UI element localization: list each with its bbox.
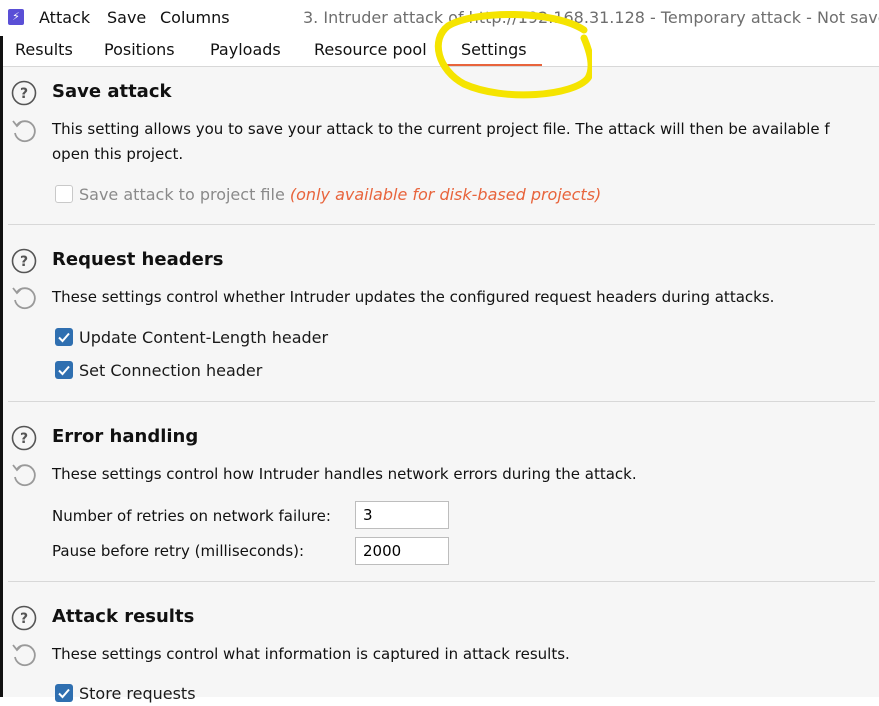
tab-positions[interactable]: Positions: [104, 40, 175, 59]
burp-app-icon: ⚡: [8, 9, 24, 25]
tab-settings[interactable]: Settings: [461, 40, 527, 59]
help-icon[interactable]: ?: [11, 605, 37, 631]
section-title-attack-results: Attack results: [52, 606, 195, 627]
section-divider: [8, 401, 875, 402]
svg-text:?: ?: [20, 611, 28, 627]
menu-save[interactable]: Save: [107, 8, 146, 27]
section-title-error-handling: Error handling: [52, 426, 199, 447]
reset-defaults-icon[interactable]: [9, 116, 39, 146]
svg-text:?: ?: [20, 431, 28, 447]
menu-bar: ⚡ Attack Save Columns 3. Intruder attack…: [0, 0, 879, 36]
reset-defaults-icon[interactable]: [9, 640, 39, 670]
update-content-length-checkbox[interactable]: [55, 328, 73, 346]
pause-input[interactable]: [355, 537, 449, 565]
section-divider: [8, 224, 875, 225]
menu-columns[interactable]: Columns: [160, 8, 230, 27]
retries-label: Number of retries on network failure:: [52, 507, 331, 525]
checkmark-icon: [58, 332, 70, 343]
store-requests-checkbox[interactable]: [55, 684, 73, 702]
window-title: 3. Intruder attack of http://192.168.31.…: [303, 8, 879, 27]
set-connection-header-row[interactable]: Set Connection header: [55, 361, 262, 380]
store-requests-row[interactable]: Store requests: [55, 684, 196, 703]
disk-based-note: (only available for disk-based projects): [289, 185, 602, 204]
update-content-length-label: Update Content-Length header: [79, 328, 329, 347]
active-tab-indicator: [446, 64, 542, 66]
help-icon[interactable]: ?: [11, 425, 37, 451]
set-connection-header-checkbox[interactable]: [55, 361, 73, 379]
section-desc-save-attack-line1: This setting allows you to save your att…: [52, 120, 830, 138]
save-attack-checkbox-label: Save attack to project file: [79, 185, 285, 204]
set-connection-header-label: Set Connection header: [79, 361, 263, 380]
save-attack-checkbox[interactable]: [55, 185, 73, 203]
help-icon[interactable]: ?: [11, 80, 37, 106]
section-title-save-attack: Save attack: [52, 81, 172, 102]
reset-defaults-icon[interactable]: [9, 460, 39, 490]
checkmark-icon: [58, 365, 70, 376]
section-desc-request-headers: These settings control whether Intruder …: [52, 288, 775, 306]
tab-payloads[interactable]: Payloads: [210, 40, 281, 59]
menu-attack[interactable]: Attack: [39, 8, 90, 27]
save-attack-checkbox-row[interactable]: Save attack to project file (only availa…: [55, 185, 601, 204]
section-desc-error-handling: These settings control how Intruder hand…: [52, 465, 637, 483]
tab-resource-pool[interactable]: Resource pool: [314, 40, 427, 59]
checkmark-icon: [58, 688, 70, 699]
svg-text:?: ?: [20, 86, 28, 102]
update-content-length-row[interactable]: Update Content-Length header: [55, 328, 328, 347]
section-desc-attack-results: These settings control what information …: [52, 645, 570, 663]
tab-bar: Results Positions Payloads Resource pool…: [3, 36, 879, 67]
retries-input[interactable]: [355, 501, 449, 529]
svg-text:?: ?: [20, 254, 28, 270]
section-desc-save-attack-line2: open this project.: [52, 145, 184, 163]
help-icon[interactable]: ?: [11, 248, 37, 274]
section-title-request-headers: Request headers: [52, 249, 224, 270]
pause-label: Pause before retry (milliseconds):: [52, 542, 305, 560]
reset-defaults-icon[interactable]: [9, 283, 39, 313]
store-requests-label: Store requests: [79, 684, 196, 703]
tab-results[interactable]: Results: [15, 40, 73, 59]
section-divider: [8, 581, 875, 582]
